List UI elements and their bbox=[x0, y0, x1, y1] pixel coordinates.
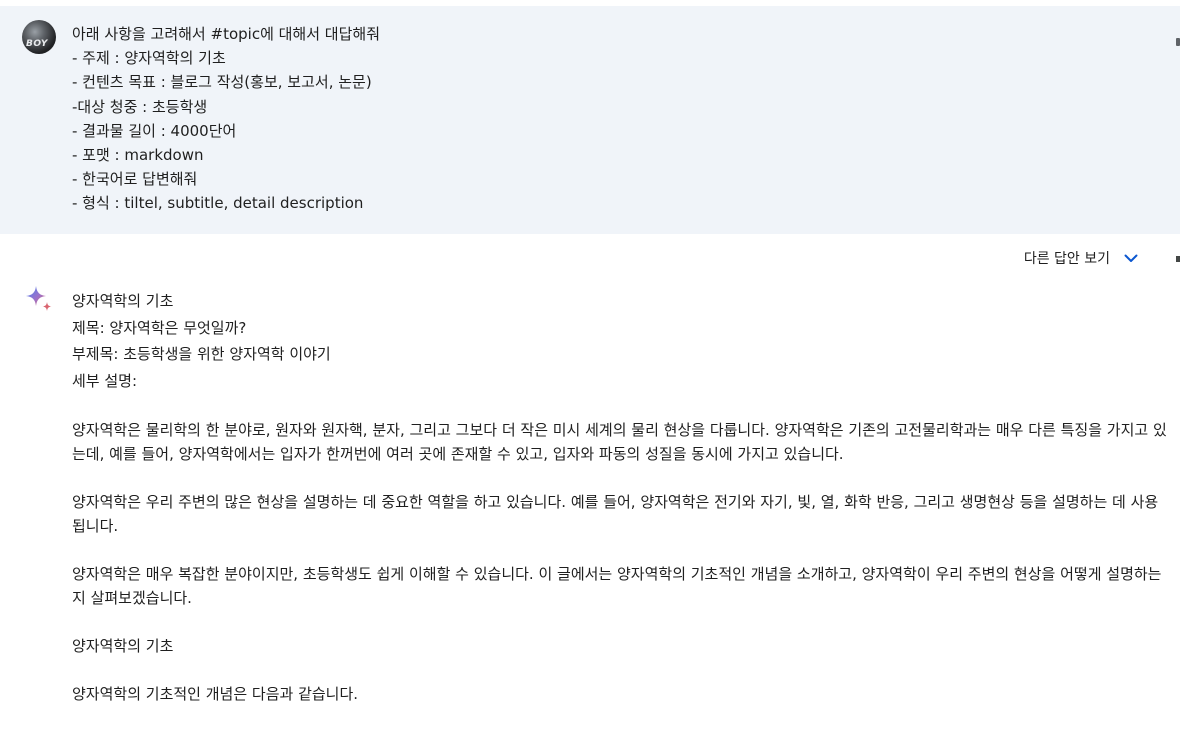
user-prompt-text: 아래 사항을 고려해서 #topic에 대해서 대답해줘 - 주제 : 양자역학… bbox=[72, 22, 380, 216]
show-drafts-label: 다른 답안 보기 bbox=[1023, 251, 1110, 267]
prompt-line: 아래 사항을 고려해서 #topic에 대해서 대답해줘 bbox=[72, 25, 381, 43]
response-title-line: 제목: 양자역학은 무엇일까? bbox=[72, 318, 247, 337]
scroll-indicator bbox=[1176, 256, 1180, 262]
response-paragraph: 양자역학은 우리 주변의 많은 현상을 설명하는 데 중요한 역할을 하고 있습… bbox=[72, 493, 1159, 535]
chevron-down-icon bbox=[1124, 254, 1138, 262]
prompt-line: - 컨텐츠 목표 : 블로그 작성(홍보, 보고서, 논문) bbox=[72, 73, 372, 92]
response-paragraph: 양자역학의 기초적인 개념은 다음과 같습니다. bbox=[72, 685, 359, 703]
response-subtitle-line: 부제목: 초등학생을 위한 양자역학 이야기 bbox=[72, 345, 331, 363]
response-heading: 양자역학의 기초 bbox=[72, 292, 174, 310]
response-detail-label: 세부 설명: bbox=[72, 371, 138, 390]
prompt-line: - 결과물 길이 : 4000단어 bbox=[72, 121, 237, 140]
user-avatar[interactable]: BOY bbox=[22, 20, 56, 54]
edit-prompt-icon[interactable] bbox=[1176, 38, 1180, 46]
response-text: 양자역학의 기초 제목: 양자역학은 무엇일까? 부제목: 초등학생을 위한 양… bbox=[72, 288, 1172, 706]
prompt-line: - 한국어로 답변해줘 bbox=[72, 170, 198, 189]
gemini-sparkle-icon bbox=[26, 286, 52, 311]
prompt-line: - 포맷 : markdown bbox=[72, 146, 204, 165]
response-paragraph: 양자역학은 물리학의 한 분야로, 원자와 원자핵, 분자, 그리고 그보다 더… bbox=[72, 421, 1167, 463]
response-paragraph: 양자역학은 매우 복잡한 분야이지만, 초등학생도 쉽게 이해할 수 있습니다.… bbox=[72, 565, 1162, 607]
avatar-text: BOY bbox=[26, 39, 48, 49]
prompt-line: - 형식 : tiltel, subtitle, detail descript… bbox=[72, 194, 364, 213]
prompt-line: -대상 청중 : 초등학생 bbox=[72, 97, 208, 116]
response-section-heading: 양자역학의 기초 bbox=[72, 637, 174, 655]
prompt-line: - 주제 : 양자역학의 기초 bbox=[72, 49, 226, 68]
show-drafts-button[interactable]: 다른 답안 보기 bbox=[1024, 248, 1140, 268]
